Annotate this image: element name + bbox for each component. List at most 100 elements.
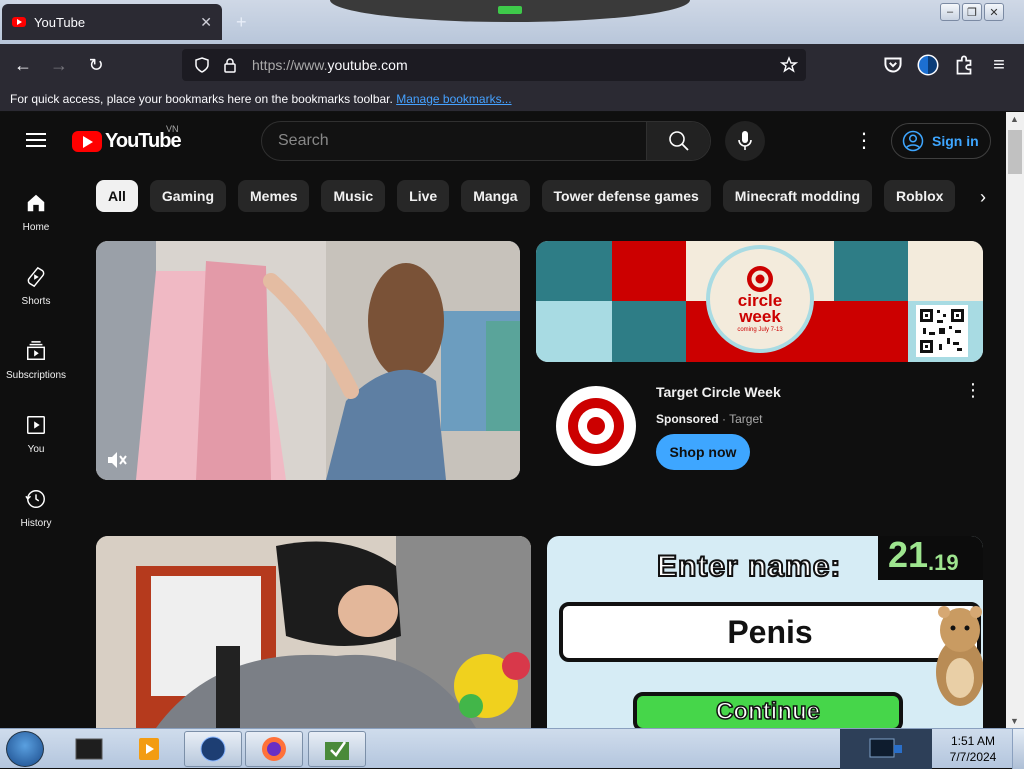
chip-minecraft-modding[interactable]: Minecraft modding bbox=[722, 180, 873, 212]
youtube-favicon-icon bbox=[12, 17, 26, 27]
address-bar[interactable]: https://www.youtube.com bbox=[182, 49, 806, 81]
show-desktop-button[interactable] bbox=[1012, 729, 1024, 769]
start-button-icon[interactable] bbox=[6, 731, 44, 767]
scrollbar-thumb[interactable] bbox=[1008, 130, 1022, 174]
network-icon[interactable] bbox=[866, 735, 906, 763]
taskbar-app-media[interactable] bbox=[120, 731, 178, 767]
forward-icon[interactable]: → bbox=[46, 52, 72, 78]
guide-menu-icon[interactable] bbox=[26, 132, 46, 148]
target-logo-icon bbox=[560, 390, 632, 462]
chip-live[interactable]: Live bbox=[397, 180, 450, 212]
sidebar-item-shorts[interactable]: Shorts bbox=[0, 254, 72, 324]
bookmarks-prompt: For quick access, place your bookmarks h… bbox=[10, 92, 393, 106]
restore-icon[interactable]: ❐ bbox=[962, 3, 982, 21]
muted-volume-icon[interactable] bbox=[106, 450, 128, 470]
os-taskbar: 1:51 AM 7/7/2024 bbox=[0, 728, 1024, 769]
tab-close-icon[interactable]: ✕ bbox=[200, 14, 212, 31]
voice-search-button[interactable] bbox=[725, 121, 765, 161]
url-scheme: https://www. bbox=[252, 57, 328, 73]
video-thumbnail-4[interactable]: Enter name: 21 .19 Penis Continue bbox=[547, 536, 983, 728]
shop-now-button[interactable]: Shop now bbox=[656, 434, 750, 470]
game-name-field: Penis bbox=[559, 602, 981, 662]
search-icon bbox=[668, 131, 689, 151]
sign-in-button[interactable]: Sign in bbox=[891, 123, 991, 159]
banner-line2: week bbox=[739, 307, 781, 326]
video-thumbnail-3[interactable] bbox=[96, 536, 531, 728]
search-box bbox=[261, 121, 711, 161]
chip-memes[interactable]: Memes bbox=[238, 180, 310, 212]
taskbar-app-terminal[interactable] bbox=[60, 731, 118, 767]
ad-title[interactable]: Target Circle Week bbox=[656, 384, 781, 400]
search-input[interactable] bbox=[262, 122, 647, 160]
ad-tile bbox=[536, 301, 612, 362]
user-circle-icon bbox=[902, 130, 924, 152]
chip-music[interactable]: Music bbox=[321, 180, 386, 212]
youtube-logo[interactable]: YouTube VN bbox=[72, 124, 182, 153]
system-tray bbox=[840, 729, 932, 769]
manage-bookmarks-link[interactable]: Manage bookmarks... bbox=[396, 92, 511, 106]
menu-hamburger-icon[interactable]: ≡ bbox=[986, 52, 1012, 78]
game-continue-button: Continue bbox=[633, 692, 903, 728]
url-text[interactable]: https://www.youtube.com bbox=[252, 57, 408, 73]
clock-date: 7/7/2024 bbox=[949, 750, 997, 764]
sidebar-item-you[interactable]: You bbox=[0, 402, 72, 472]
taskbar-clock[interactable]: 1:51 AM 7/7/2024 bbox=[940, 733, 1006, 765]
lock-icon[interactable] bbox=[222, 57, 238, 73]
window-drag-cap[interactable] bbox=[330, 0, 690, 22]
game-name-value: Penis bbox=[727, 613, 813, 650]
clock-time: 1:51 AM bbox=[950, 734, 996, 748]
ad-banner[interactable]: circle week coming July 7-13 bbox=[536, 241, 983, 362]
account-circle-icon[interactable] bbox=[915, 52, 941, 78]
chip-roblox[interactable]: Roblox bbox=[884, 180, 956, 212]
ad-details: Target Circle Week Sponsored · Target Sh… bbox=[536, 370, 983, 480]
qr-code bbox=[916, 305, 968, 357]
youtube-play-icon bbox=[72, 131, 102, 152]
ad-tile bbox=[834, 301, 908, 362]
new-tab-icon[interactable]: + bbox=[236, 12, 247, 33]
sidebar-item-history[interactable]: History bbox=[0, 476, 72, 546]
settings-more-icon[interactable]: ⋮ bbox=[852, 130, 876, 154]
sponsored-label: Sponsored bbox=[656, 412, 719, 426]
filter-chips: All Gaming Memes Music Live Manga Tower … bbox=[96, 180, 1006, 214]
microphone-icon bbox=[738, 131, 752, 150]
chip-all[interactable]: All bbox=[96, 180, 138, 212]
reload-icon[interactable]: ↻ bbox=[83, 52, 109, 78]
close-window-icon[interactable]: ✕ bbox=[984, 3, 1004, 21]
taskbar-app-globe[interactable] bbox=[184, 731, 242, 767]
tab-title: YouTube bbox=[34, 14, 86, 30]
chip-manga[interactable]: Manga bbox=[461, 180, 530, 212]
ad-tile bbox=[536, 241, 612, 301]
chip-tower-defense-games[interactable]: Tower defense games bbox=[541, 180, 711, 212]
extensions-icon[interactable] bbox=[951, 52, 977, 78]
ad-more-icon[interactable]: ⋮ bbox=[964, 380, 982, 401]
banner-small: coming July 7-13 bbox=[737, 327, 783, 333]
sign-in-label: Sign in bbox=[932, 133, 979, 149]
back-icon[interactable]: ← bbox=[10, 52, 36, 78]
taskbar-app-installer[interactable] bbox=[308, 731, 366, 767]
qr-code-icon bbox=[919, 308, 965, 354]
page-scrollbar[interactable]: ▲ ▼ bbox=[1006, 112, 1024, 730]
ad-meta: Sponsored · Target bbox=[656, 412, 763, 426]
navigation-toolbar: ← → ↻ https://www.youtube.com ≡ bbox=[0, 44, 1024, 86]
hamster-icon bbox=[936, 606, 983, 706]
sidebar-label: Subscriptions bbox=[5, 370, 67, 381]
chips-next-arrow-icon[interactable]: › bbox=[960, 180, 1000, 214]
scroll-up-icon[interactable]: ▲ bbox=[1010, 114, 1019, 124]
shield-icon[interactable] bbox=[194, 57, 210, 73]
scroll-down-icon[interactable]: ▼ bbox=[1010, 716, 1019, 726]
url-host: youtube.com bbox=[327, 57, 408, 73]
browser-tab[interactable]: YouTube ✕ bbox=[2, 4, 222, 40]
ad-tile bbox=[908, 241, 983, 301]
sidebar-item-subscriptions[interactable]: Subscriptions bbox=[0, 328, 72, 398]
bookmark-star-icon[interactable] bbox=[780, 56, 798, 74]
minimize-icon[interactable]: – bbox=[940, 3, 960, 21]
taskbar-app-firefox[interactable] bbox=[245, 731, 303, 767]
video-thumbnail-1[interactable] bbox=[96, 241, 520, 480]
game-timer: 21 .19 bbox=[878, 536, 983, 580]
sidebar-item-home[interactable]: Home bbox=[0, 180, 72, 250]
guide-sidebar: Home Shorts Subscriptions You History bbox=[0, 170, 72, 730]
chip-gaming[interactable]: Gaming bbox=[149, 180, 227, 212]
advertiser-avatar[interactable] bbox=[556, 386, 636, 466]
search-button[interactable] bbox=[646, 122, 710, 160]
pocket-icon[interactable] bbox=[880, 52, 906, 78]
